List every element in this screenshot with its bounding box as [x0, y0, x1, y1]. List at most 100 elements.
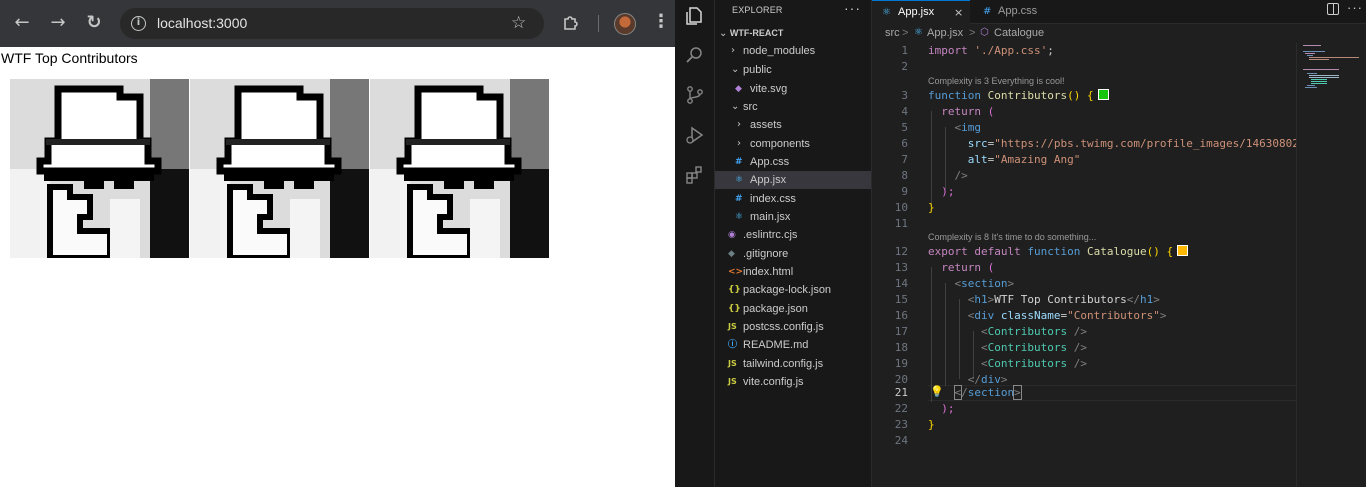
code-line: );	[941, 185, 955, 198]
line-number: 8	[901, 169, 908, 182]
minimap-line	[1309, 57, 1359, 58]
tree-item-public[interactable]: ⌄ public	[715, 61, 871, 79]
reload-button[interactable]: ↻	[83, 12, 105, 34]
css-file-icon: #	[983, 6, 992, 17]
explorer-icon[interactable]	[684, 5, 706, 27]
run-debug-icon[interactable]	[684, 124, 706, 146]
line-number-current: 21	[894, 386, 908, 399]
source-control-icon[interactable]	[684, 84, 706, 106]
url-text[interactable]: localhost:3000	[157, 15, 247, 31]
line-number: 13	[894, 261, 908, 274]
forward-button[interactable]: →	[47, 12, 69, 34]
tree-item-postcss[interactable]: JS postcss.config.js	[715, 318, 871, 336]
symbol-icon: ⬡	[980, 27, 989, 38]
back-button[interactable]: ←	[11, 12, 33, 34]
breadcrumb-symbol[interactable]: Catalogue	[994, 27, 1044, 39]
breadcrumb-file[interactable]: App.jsx	[927, 27, 963, 39]
activity-bar	[675, 0, 715, 487]
line-number: 18	[894, 341, 908, 354]
page-title: WTF Top Contributors	[1, 50, 138, 66]
tree-item-assets[interactable]: › assets	[715, 116, 871, 134]
tab-app-jsx[interactable]: ⚛ App.jsx ×	[872, 0, 970, 24]
html-file-icon: <>	[728, 267, 744, 277]
minimap-line	[1307, 73, 1317, 74]
tree-item-main-jsx[interactable]: ⚛ main.jsx	[715, 208, 871, 226]
tree-item-vite-config[interactable]: JS vite.config.js	[715, 373, 871, 391]
code-line: function Contributors() {	[928, 88, 1109, 104]
tree-item-components[interactable]: › components	[715, 135, 871, 153]
line-number: 2	[901, 60, 908, 73]
contributor-image	[10, 79, 189, 258]
minimap-line	[1303, 51, 1325, 52]
puzzle-icon[interactable]	[562, 13, 580, 31]
line-number: 12	[894, 245, 908, 258]
star-icon[interactable]: ☆	[511, 13, 526, 33]
minimap-line	[1311, 81, 1327, 82]
code-line: export default function Catalogue() {	[928, 244, 1189, 260]
code-editor[interactable]: 1 2 3 4 5 6 7 8 9 10 11 12 13 14 15 16 1…	[872, 43, 1296, 487]
line-number: 23	[894, 418, 908, 431]
complexity-code-lens[interactable]: Complexity is 8 It's time to do somethin…	[928, 230, 1096, 244]
line-number: 1	[901, 44, 908, 57]
tree-item-eslintrc[interactable]: ◉ .eslintrc.cjs	[715, 226, 871, 244]
git-icon: ◆	[728, 249, 735, 259]
line-number: 7	[901, 153, 908, 166]
code-line: <h1>WTF Top Contributors</h1>	[967, 293, 1160, 306]
line-number: 24	[894, 434, 908, 447]
info-icon: ⓘ	[728, 340, 738, 350]
search-icon[interactable]	[684, 44, 706, 66]
info-icon[interactable]: i	[131, 16, 146, 31]
code-line: import './App.css';	[928, 44, 1054, 57]
json-file-icon: {}	[728, 304, 741, 314]
breadcrumb-folder[interactable]: src	[885, 27, 900, 39]
line-number: 15	[894, 293, 908, 306]
minimap[interactable]	[1296, 43, 1366, 487]
page-content: WTF Top Contributors	[0, 47, 675, 487]
line-number: 17	[894, 325, 908, 338]
line-number: 3	[901, 89, 908, 102]
chevron-right-icon: ›	[737, 119, 741, 130]
tree-item-tailwind[interactable]: JS tailwind.config.js	[715, 355, 871, 373]
vscode-window: EXPLORER ··· ⌄ WTF-REACT › node_modules …	[675, 0, 1366, 487]
split-editor-icon[interactable]	[1327, 3, 1339, 15]
tree-item-app-css[interactable]: # App.css	[715, 153, 871, 171]
react-file-icon: ⚛	[914, 27, 923, 38]
line-number: 19	[894, 357, 908, 370]
code-line-current: </section>	[953, 385, 1022, 400]
minimap-line	[1307, 85, 1315, 86]
chevron-right-icon: ›	[737, 138, 741, 149]
tree-item-src[interactable]: ⌄ src	[715, 98, 871, 116]
tree-item-index-html[interactable]: <> index.html	[715, 263, 871, 281]
tree-item-vite-svg[interactable]: ◆ vite.svg	[715, 80, 871, 98]
minimap-line	[1303, 69, 1339, 70]
minimap-line	[1309, 77, 1339, 78]
tree-item-package-json[interactable]: {} package.json	[715, 300, 871, 318]
complexity-code-lens[interactable]: Complexity is 3 Everything is cool!	[928, 74, 1065, 88]
toolbar-divider	[598, 15, 599, 32]
more-actions-icon[interactable]: ···	[844, 0, 861, 16]
svg-file-icon: ◆	[735, 84, 742, 94]
project-root[interactable]: ⌄ WTF-REACT	[719, 28, 783, 39]
more-actions-icon[interactable]: ···	[1347, 0, 1363, 15]
react-file-icon: ⚛	[735, 212, 744, 222]
line-number: 22	[894, 402, 908, 415]
tab-bar: ⚛ App.jsx × # App.css ···	[872, 0, 1366, 24]
css-file-icon: #	[735, 157, 743, 167]
line-number: 10	[894, 201, 908, 214]
tree-item-node-modules[interactable]: › node_modules	[715, 42, 871, 60]
tree-item-readme[interactable]: ⓘ README.md	[715, 336, 871, 354]
tab-app-css[interactable]: # App.css	[971, 0, 1061, 24]
tree-item-index-css[interactable]: # index.css	[715, 190, 871, 208]
code-line: }	[928, 201, 935, 214]
tree-item-gitignore[interactable]: ◆ .gitignore	[715, 245, 871, 263]
kebab-menu-icon[interactable]: ⋮	[652, 11, 670, 33]
address-bar[interactable]: i localhost:3000 ☆	[120, 8, 544, 39]
line-number: 4	[901, 105, 908, 118]
avatar[interactable]	[614, 13, 636, 35]
json-file-icon: {}	[728, 285, 741, 295]
js-file-icon: JS	[728, 322, 737, 331]
tree-item-app-jsx[interactable]: ⚛ App.jsx	[715, 171, 871, 189]
tree-item-package-lock[interactable]: {} package-lock.json	[715, 281, 871, 299]
close-icon[interactable]: ×	[954, 1, 963, 24]
extensions-icon[interactable]	[684, 164, 706, 186]
